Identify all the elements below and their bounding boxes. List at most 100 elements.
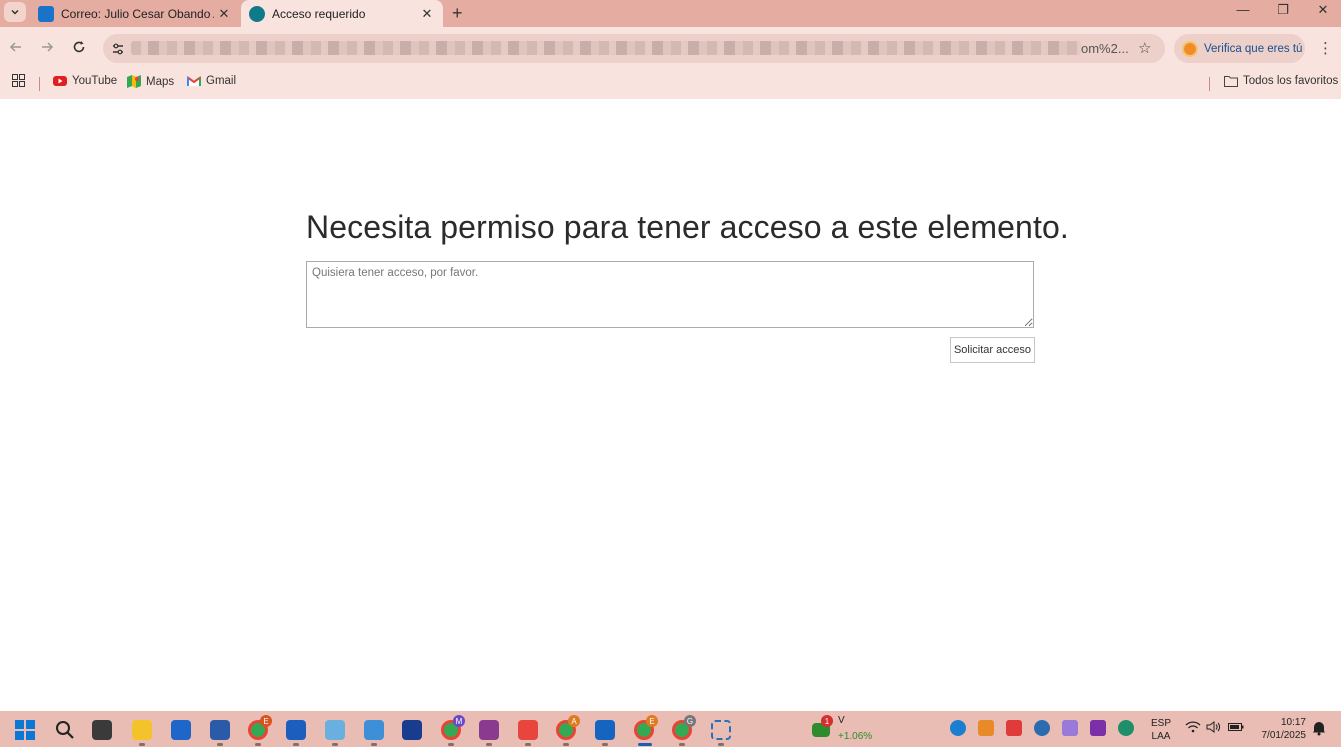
tab-access-required[interactable]: Acceso requerido ✕ [241, 0, 443, 27]
new-tab-button[interactable]: + [452, 3, 463, 24]
onedrive-icon[interactable] [1034, 720, 1050, 736]
profile-badge: E [646, 715, 658, 727]
request-access-button[interactable]: Solicitar acceso [950, 337, 1035, 363]
tab-title: Acceso requerido [272, 6, 366, 21]
close-tab-icon[interactable]: ✕ [417, 6, 437, 22]
input-language-button[interactable]: ESP LAA [1151, 717, 1171, 743]
bookmark-gmail[interactable]: Gmail [187, 75, 236, 87]
reload-button[interactable] [67, 35, 91, 59]
all-bookmarks-button[interactable]: Todos los favoritos [1224, 75, 1338, 87]
search-button[interactable] [55, 720, 75, 740]
active-indicator [638, 743, 652, 746]
anydesk-tray-icon[interactable] [1006, 720, 1022, 736]
url-text-blurred [131, 41, 1081, 55]
bookmark-star-icon[interactable]: ☆ [1138, 39, 1151, 57]
running-indicator [255, 743, 261, 746]
app-l-icon[interactable] [402, 720, 422, 740]
remote-desktop-icon[interactable] [595, 720, 615, 740]
browser-menu-icon[interactable]: ⋮ [1318, 39, 1333, 57]
volume-icon[interactable] [1206, 720, 1222, 736]
minimize-button[interactable]: — [1223, 2, 1263, 22]
search-icon [56, 721, 74, 739]
close-tab-icon[interactable]: ✕ [214, 6, 234, 22]
back-button[interactable] [4, 35, 28, 59]
chevron-down-icon [11, 9, 19, 15]
running-indicator [332, 743, 338, 746]
security-icon[interactable] [1118, 720, 1134, 736]
access-request-message-input[interactable] [306, 261, 1034, 328]
profile-verify-label: Verifica que eres tú [1204, 42, 1303, 55]
file-explorer-icon[interactable] [132, 720, 152, 740]
snipping-tool-icon[interactable] [711, 720, 731, 740]
outlook-icon [38, 5, 54, 22]
page-title: Necesita permiso para tener acceso a est… [306, 209, 1069, 245]
running-indicator [525, 743, 531, 746]
anydesk-icon[interactable] [518, 720, 538, 740]
sharepoint-icon [249, 5, 265, 22]
page-content: Necesita permiso para tener acceso a est… [0, 99, 1341, 711]
word-icon[interactable] [286, 720, 306, 740]
tab-title: Correo: Julio Cesar Obando Ala [61, 6, 214, 21]
tray-app-icon[interactable] [950, 720, 966, 736]
address-bar[interactable]: om%2... ☆ [103, 34, 1165, 63]
close-window-button[interactable]: ✕ [1303, 2, 1341, 22]
site-info-icon[interactable] [108, 39, 128, 59]
bookmark-label: Gmail [206, 75, 237, 87]
bookmark-youtube[interactable]: YouTube [53, 75, 117, 87]
divider [39, 77, 40, 91]
profile-badge: E [260, 715, 272, 727]
running-indicator [679, 743, 685, 746]
notifications-icon[interactable] [1312, 720, 1328, 736]
microsoft-store-icon[interactable] [171, 720, 191, 740]
running-indicator [371, 743, 377, 746]
app-icon[interactable] [325, 720, 345, 740]
profile-avatar [1182, 40, 1198, 57]
youtube-icon [53, 76, 67, 86]
restore-button[interactable]: ❐ [1263, 2, 1303, 22]
wifi-icon[interactable] [1185, 720, 1201, 736]
tab-outlook-mail[interactable]: Correo: Julio Cesar Obando Ala ✕ [30, 0, 240, 27]
maps-icon [127, 75, 141, 88]
profile-badge: M [453, 715, 465, 727]
bookmark-maps[interactable]: Maps [127, 75, 174, 88]
running-indicator [448, 743, 454, 746]
profile-badge: G [684, 715, 696, 727]
profile-verify-button[interactable]: Verifica que eres tú [1174, 34, 1305, 63]
running-indicator [486, 743, 492, 746]
pen-icon[interactable] [1062, 720, 1078, 736]
tray-app-icon[interactable] [978, 720, 994, 736]
windows-logo-icon [15, 720, 35, 740]
apps-grid-icon [12, 74, 25, 87]
clock-date: 7/01/2025 [1261, 730, 1307, 741]
apps-button[interactable] [12, 74, 25, 87]
stock-change: +1.06% [838, 731, 873, 742]
battery-icon[interactable] [1228, 720, 1244, 736]
onenote-icon[interactable] [1090, 720, 1106, 736]
bookmark-label: Maps [146, 75, 175, 88]
system-clock[interactable]: 10:17 7/01/2025 [1254, 716, 1307, 742]
reload-icon [73, 41, 85, 53]
profile-badge: A [568, 715, 580, 727]
tab-search-button[interactable] [4, 2, 26, 22]
all-bookmarks-label: Todos los favoritos [1243, 75, 1339, 87]
bookmark-label: YouTube [72, 75, 118, 87]
gmail-icon [187, 76, 201, 86]
task-view-icon[interactable] [92, 720, 112, 740]
arrow-right-icon [42, 42, 54, 52]
running-indicator [293, 743, 299, 746]
winrar-icon[interactable] [479, 720, 499, 740]
stock-ticker: V [838, 715, 845, 726]
folder-icon [1224, 76, 1238, 87]
windows-taskbar: E M A E G 1 V +1.06% ESP LAA 10:17 7/01/… [0, 711, 1341, 747]
start-button[interactable] [15, 720, 35, 740]
forward-button[interactable] [35, 35, 59, 59]
running-indicator [718, 743, 724, 746]
app-icon[interactable] [210, 720, 230, 740]
running-indicator [602, 743, 608, 746]
running-indicator [139, 743, 145, 746]
clock-time: 10:17 [1280, 717, 1306, 728]
url-text: om%2... [1081, 41, 1129, 56]
stock-badge: 1 [821, 715, 833, 727]
bookmarks-bar: YouTube Maps Gmail Todos los favoritos [0, 69, 1341, 99]
notepad-icon[interactable] [364, 720, 384, 740]
